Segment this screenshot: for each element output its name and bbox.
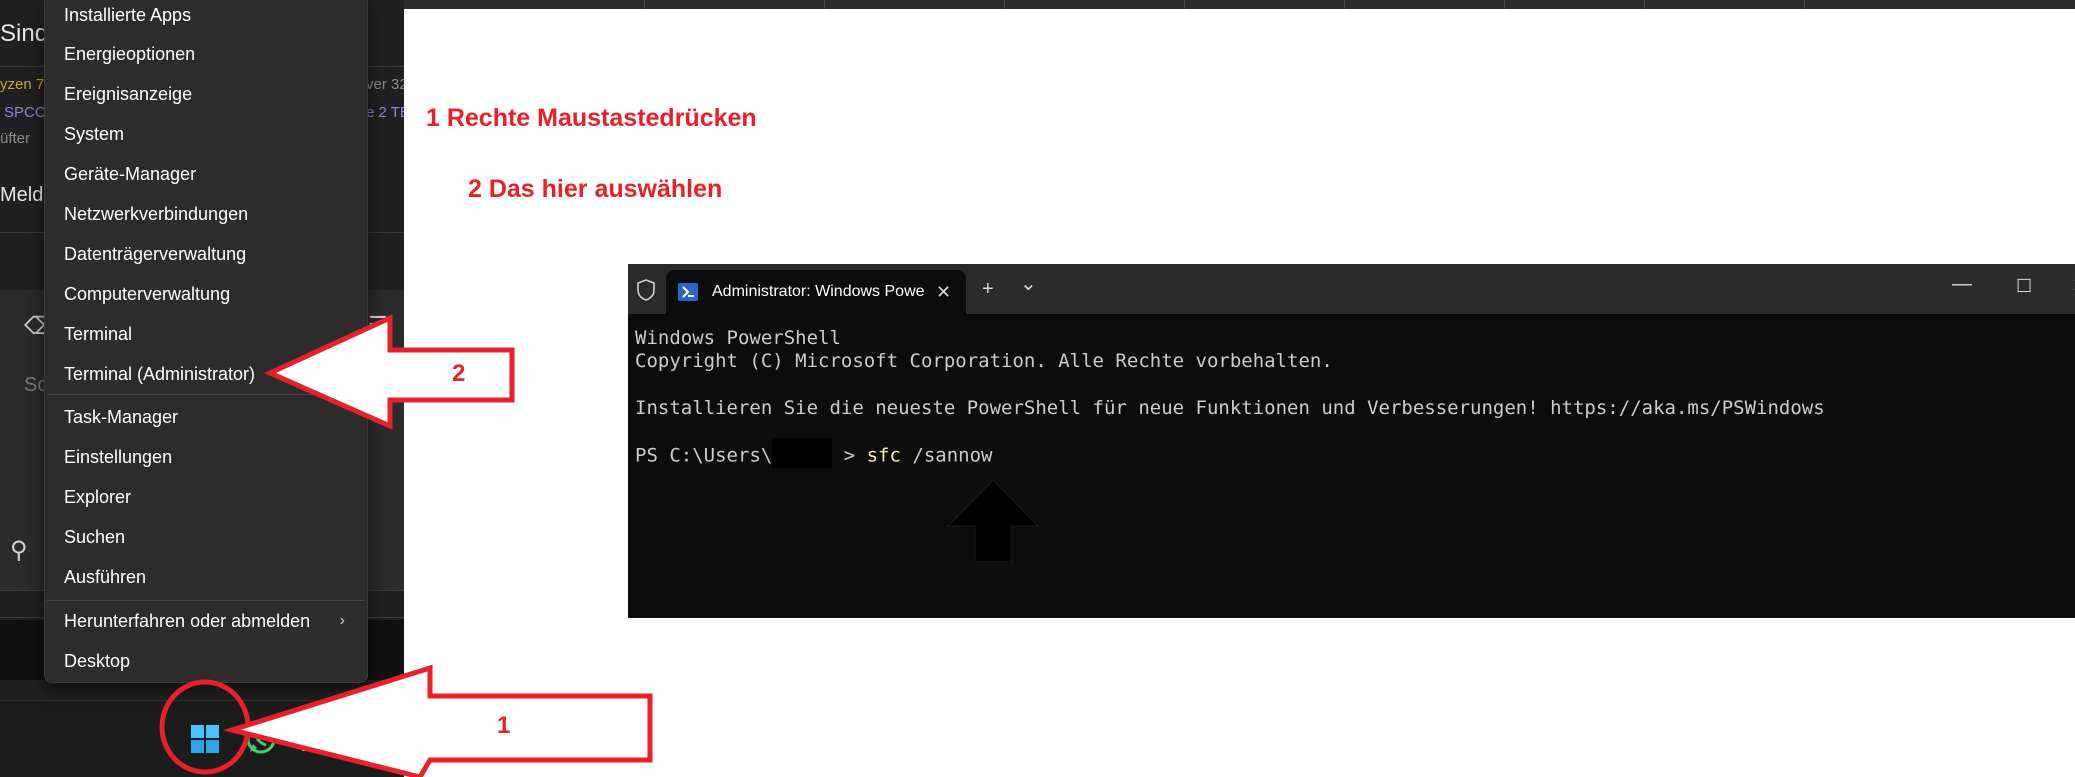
arrow-step2-label: 2 <box>452 360 466 387</box>
arrow-step2 <box>263 314 515 430</box>
annotation-overlay <box>159 314 653 777</box>
arrow-step1-label: 1 <box>497 712 511 739</box>
arrow-step1 <box>222 664 653 777</box>
